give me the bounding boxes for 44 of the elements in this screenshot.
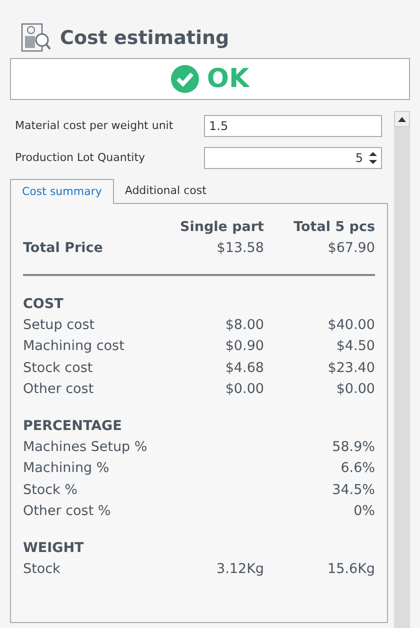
summary-total-value: 34.5% <box>332 482 375 498</box>
status-label: OK <box>206 62 250 96</box>
total-price-total-value: $67.90 <box>328 240 375 256</box>
check-circle-icon <box>170 65 199 93</box>
summary-single-value: $0.00 <box>225 381 264 397</box>
column-header: Single part <box>179 218 264 237</box>
total-price-single-value: $13.58 <box>216 240 264 256</box>
summary-total-value: 0% <box>354 503 375 519</box>
summary-label: Stock cost <box>23 358 94 378</box>
summary-label: Machining cost <box>23 337 126 356</box>
input-field[interactable]: 1.5 <box>204 115 382 137</box>
summary-label: Machines Setup % <box>23 438 148 456</box>
summary-single-value: 3.12Kg <box>216 560 264 576</box>
section-heading: WEIGHT <box>23 538 85 558</box>
cost-report-icon <box>20 22 52 54</box>
summary-total-value: 15.6Kg <box>328 560 375 576</box>
summary-total-value: $0.00 <box>336 381 375 397</box>
summary-total-value: $4.50 <box>336 338 375 354</box>
section-heading: PERCENTAGE <box>23 416 123 436</box>
summary-single-value: $4.68 <box>225 360 264 376</box>
summary-total-value: 58.9% <box>332 438 375 454</box>
summary-total-value: 6.6% <box>340 460 375 476</box>
summary-label: Stock <box>23 560 62 578</box>
total-price-label: Total Price <box>23 239 104 258</box>
summary-single-value: $0.90 <box>225 338 264 354</box>
summary-label: Other cost <box>23 380 95 399</box>
column-header: Total 5 pcs <box>292 218 375 237</box>
quantity-spinner[interactable]: 5 <box>204 147 382 169</box>
summary-label: Setup cost <box>23 316 96 334</box>
summary-label: Machining % <box>23 459 110 478</box>
summary-total-value: $40.00 <box>328 316 375 332</box>
summary-label: Other cost % <box>23 502 112 521</box>
panel-title: Cost estimating <box>60 26 230 51</box>
scroll-up-icon[interactable] <box>398 116 406 122</box>
field-label: Material cost per weight unit <box>14 118 174 134</box>
summary-single-value: $8.00 <box>225 316 264 332</box>
tab[interactable]: Additional cost <box>114 179 218 203</box>
field-label: Production Lot Quantity <box>14 150 146 166</box>
section-heading: COST <box>23 294 64 314</box>
tab[interactable]: Cost summary <box>10 179 114 204</box>
summary-total-value: $23.40 <box>328 360 375 376</box>
summary-label: Stock % <box>23 480 78 500</box>
spinner-arrows-icon[interactable] <box>369 151 377 165</box>
scrollbar[interactable] <box>394 111 410 628</box>
